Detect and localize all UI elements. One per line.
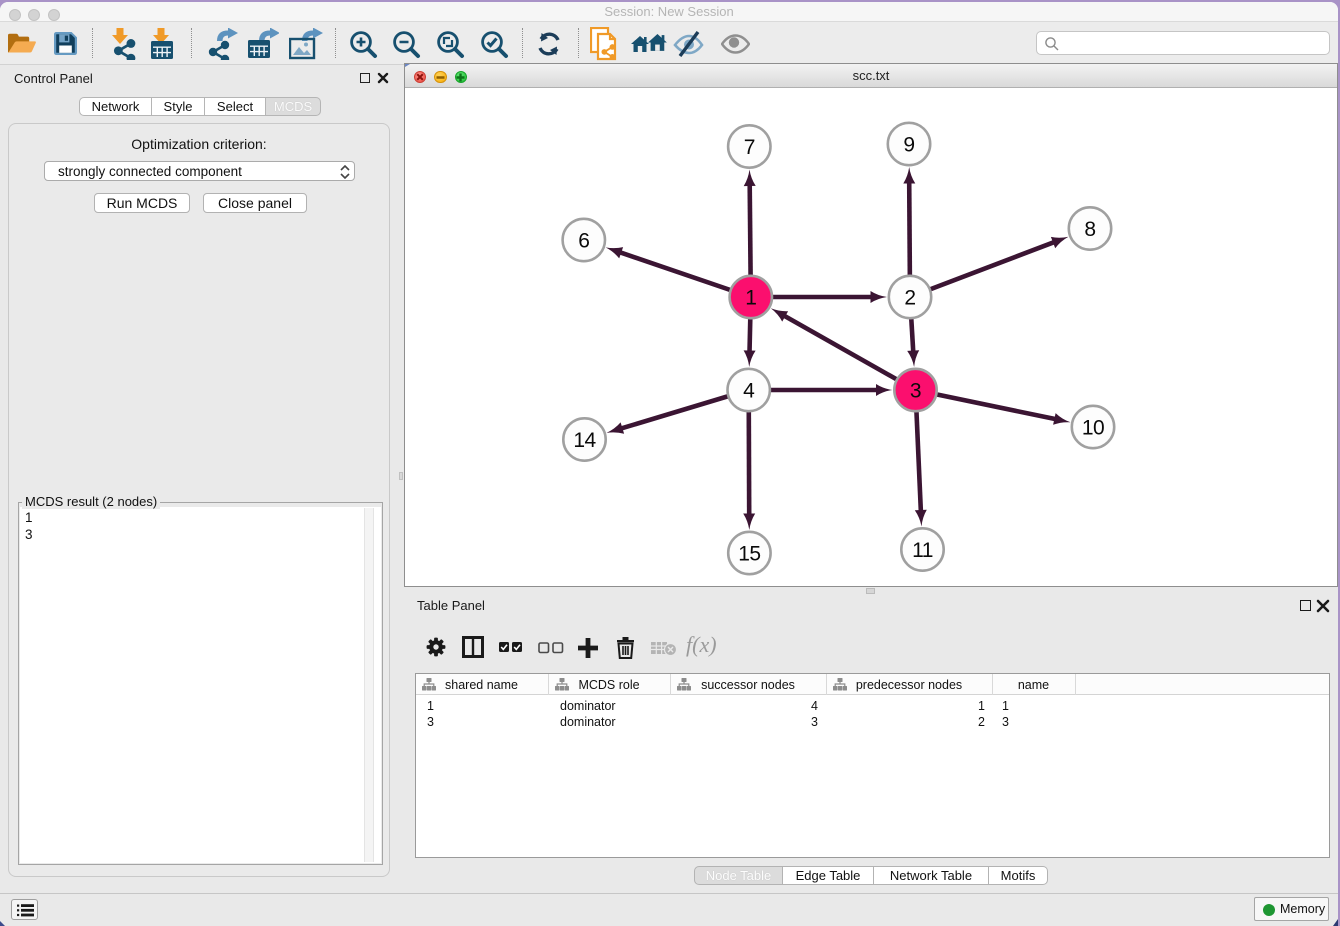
svg-text:7: 7 bbox=[744, 136, 755, 159]
svg-text:2: 2 bbox=[904, 287, 915, 310]
svg-text:1: 1 bbox=[745, 287, 756, 310]
svg-text:4: 4 bbox=[743, 380, 755, 403]
svg-text:11: 11 bbox=[912, 539, 933, 562]
svg-text:8: 8 bbox=[1084, 218, 1095, 241]
svg-text:9: 9 bbox=[903, 134, 914, 157]
svg-text:6: 6 bbox=[578, 230, 589, 253]
svg-text:15: 15 bbox=[738, 543, 760, 566]
svg-text:14: 14 bbox=[573, 429, 596, 452]
svg-text:10: 10 bbox=[1082, 417, 1104, 440]
svg-text:3: 3 bbox=[910, 380, 921, 403]
